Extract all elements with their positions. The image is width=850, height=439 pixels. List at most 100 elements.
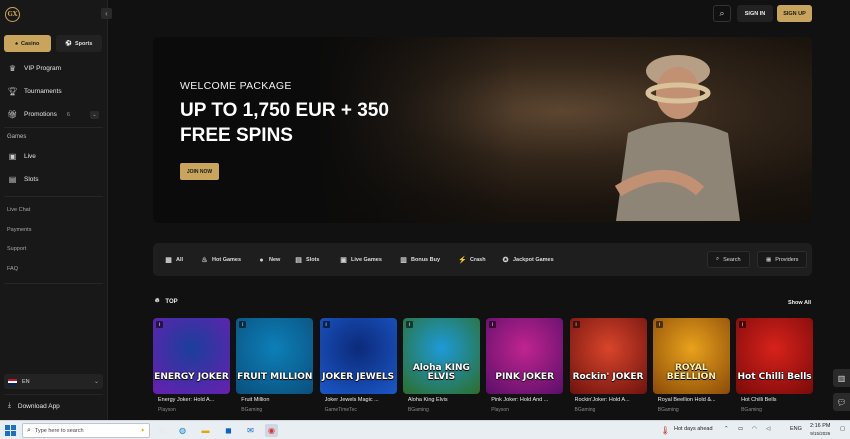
category-live[interactable]: ▣ Live Games — [336, 253, 385, 267]
info-icon[interactable]: i — [655, 321, 663, 328]
category-hot[interactable]: ♨ Hot Games — [197, 253, 244, 267]
game-name[interactable]: Energy Joker: Hold A... — [158, 397, 236, 403]
stats-button[interactable]: ▥ — [833, 369, 850, 387]
wifi-icon[interactable]: ◠ — [752, 426, 757, 432]
category-all[interactable]: ▦ All — [161, 253, 186, 267]
top-section-label: TOP — [165, 298, 178, 305]
hero-player-illustration — [614, 55, 740, 221]
casino-tab[interactable]: ♠ Casino — [4, 35, 51, 52]
task-view-icon[interactable]: ⧉ — [155, 424, 168, 437]
game-search-button[interactable]: ⌕ Search — [707, 251, 750, 268]
sign-up-button[interactable]: SIGN UP — [777, 5, 812, 22]
game-tile[interactable]: i JOKER JEWELS — [319, 318, 397, 394]
category-new[interactable]: ● New — [254, 253, 283, 267]
game-tile[interactable]: i Hot Chilli Bells — [736, 318, 814, 394]
info-icon[interactable]: i — [572, 321, 580, 328]
game-name[interactable]: Joker Jewels Magic ... — [325, 397, 403, 403]
category-slots[interactable]: ▤ Slots — [291, 253, 322, 267]
sports-tab[interactable]: ⚽ Sports — [55, 35, 102, 52]
language-select[interactable]: EN ⌄ — [4, 374, 103, 389]
game-tile[interactable]: i ENERGY JOKER — [153, 318, 230, 394]
game-tile[interactable]: i PINK JOKER — [486, 318, 564, 394]
game-name[interactable]: Aloha King Elvis — [408, 397, 486, 403]
info-icon[interactable]: i — [405, 321, 413, 328]
nav-promotions[interactable]: 🎁︎ Promotions 6 ⌄ — [7, 110, 104, 119]
search-button[interactable]: ⌕ — [713, 5, 731, 22]
taskbar-search-placeholder: Type here to search — [34, 427, 84, 434]
category-crash[interactable]: ⚡ Crash — [455, 253, 489, 267]
file-explorer-icon[interactable]: ▬ — [199, 424, 212, 437]
game-tile[interactable]: i FRUIT MILLION — [236, 318, 314, 394]
flame-icon: 🔥︎ — [155, 298, 160, 304]
nav-slots[interactable]: ▤ Slots — [8, 175, 39, 184]
download-app-button[interactable]: ⤓ Download App — [8, 402, 60, 410]
ball-icon: ⚽ — [65, 40, 72, 47]
divider — [4, 127, 103, 128]
notifications-icon[interactable]: ▢ — [840, 426, 845, 432]
game-tile[interactable]: i Rockin' JOKER — [569, 318, 647, 394]
store-icon[interactable]: ◼ — [222, 424, 235, 437]
game-name[interactable]: Pink Joker: Hold And ... — [491, 397, 569, 403]
weather-text[interactable]: Hot days ahead — [674, 426, 713, 432]
show-all-link[interactable]: Show All — [788, 300, 811, 306]
weather-icon: 🌡︎ — [660, 426, 671, 435]
info-icon[interactable]: i — [489, 321, 497, 328]
edge-icon[interactable]: ◍ — [176, 424, 189, 437]
network-icon[interactable]: ▭ — [738, 426, 743, 432]
chrome-icon[interactable]: ◉ — [265, 424, 278, 437]
game-name[interactable]: Fruit Million — [241, 397, 319, 403]
info-icon[interactable]: i — [239, 321, 247, 328]
chat-button[interactable]: 💬︎ — [833, 393, 850, 411]
category-jackpot[interactable]: ✪ Jackpot Games — [498, 253, 557, 267]
live-chat-link[interactable]: Live Chat — [7, 207, 30, 213]
nav-tournaments-label: Tournaments — [24, 88, 62, 95]
nav-promotions-label: Promotions — [24, 111, 57, 118]
bar-chart-icon: ▥ — [837, 373, 846, 383]
volume-icon[interactable]: ◁ — [766, 426, 770, 432]
category-bonus-buy[interactable]: ▥ Bonus Buy — [396, 253, 443, 267]
clock[interactable]: 2:16 PM 9/15/2026 — [810, 422, 830, 438]
game-name[interactable]: Rockin'Joker: Hold A... — [575, 397, 653, 403]
nav-tournaments[interactable]: 🏆︎ Tournaments — [7, 87, 62, 96]
info-icon[interactable]: i — [322, 321, 330, 328]
gamepad-icon: ✪ — [502, 257, 509, 264]
nav-vip[interactable]: ♛ VIP Program — [8, 64, 61, 73]
windows-start-icon[interactable] — [5, 425, 16, 436]
welcome-banner[interactable]: WELCOME PACKAGE UP TO 1,750 EUR + 350 FRE… — [153, 37, 812, 223]
providers-icon: ▦ — [766, 256, 772, 263]
game-art-title: PINK JOKER — [495, 372, 554, 382]
chevron-down-icon[interactable]: ⌄ — [90, 110, 99, 119]
game-tile[interactable]: i ROYAL BEELLION — [652, 318, 730, 394]
taskbar-search-input[interactable]: ⌕ Type here to search ✦ — [22, 423, 150, 438]
new-badge-icon: ● — [259, 256, 264, 264]
sign-in-button[interactable]: SIGN IN — [737, 5, 773, 22]
chat-icon: 💬︎ — [836, 397, 847, 407]
game-name[interactable]: Royal Beellion Hold &... — [658, 397, 736, 403]
info-icon[interactable]: i — [156, 321, 163, 328]
game-tile[interactable]: i Aloha KING ELVIS — [402, 318, 480, 394]
join-now-button[interactable]: JOIN NOW — [180, 163, 219, 180]
sidebar-collapse-button[interactable]: ‹ — [101, 8, 112, 19]
category-crash-label: Crash — [470, 257, 486, 263]
brand-logo[interactable]: GX — [5, 7, 20, 22]
divider — [4, 283, 103, 284]
banner-headline: UP TO 1,750 EUR + 350 FREE SPINS — [180, 98, 440, 148]
faq-link[interactable]: FAQ — [7, 266, 18, 272]
divider — [4, 394, 103, 395]
mail-icon[interactable]: ✉ — [244, 424, 257, 437]
nav-live[interactable]: ▣ Live — [8, 152, 36, 161]
bonus-icon: ▥ — [400, 257, 407, 264]
info-icon[interactable]: i — [739, 321, 747, 328]
support-link[interactable]: Support — [7, 246, 26, 252]
search-icon: ⌕ — [719, 8, 725, 18]
tray-chevron-icon[interactable]: ⌃ — [724, 426, 729, 432]
game-name[interactable]: Hot Chilli Bells — [741, 397, 819, 403]
providers-button[interactable]: ▦ Providers — [757, 251, 808, 268]
top-section-title: 🔥︎ TOP — [155, 298, 178, 305]
language-indicator[interactable]: ENG — [790, 426, 802, 432]
nav-live-label: Live — [24, 153, 36, 160]
payments-link[interactable]: Payments — [7, 227, 31, 233]
game-provider: BGaming — [741, 407, 762, 413]
game-provider: Playson — [491, 407, 509, 413]
language-value: EN — [22, 378, 30, 385]
